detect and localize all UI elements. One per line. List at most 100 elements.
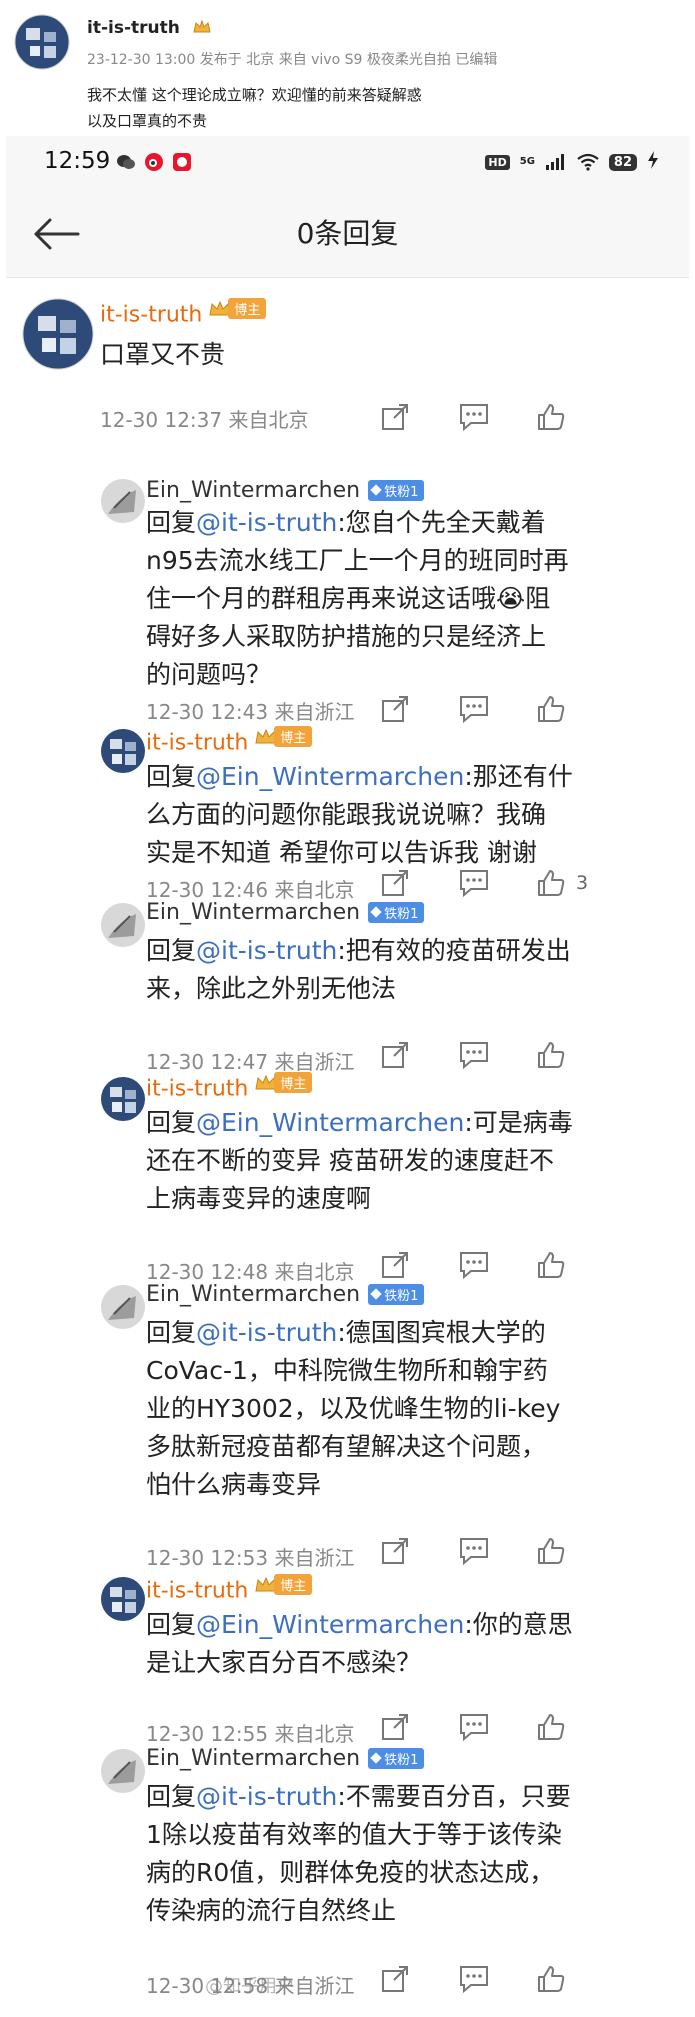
replier-username[interactable]: it-is-truth <box>146 731 248 756</box>
comment-icon <box>460 870 488 898</box>
replier-avatar[interactable] <box>100 728 146 774</box>
replier-avatar[interactable] <box>100 902 146 948</box>
nav-bar: 0条回复 <box>6 188 689 278</box>
replier-username[interactable]: it-is-truth <box>146 1077 248 1102</box>
commenter-avatar[interactable] <box>22 298 94 370</box>
author-avatar[interactable] <box>14 14 70 70</box>
like-button[interactable] <box>536 694 570 724</box>
share-button[interactable] <box>380 868 414 898</box>
replier-avatar[interactable] <box>100 1748 146 1794</box>
wechat-icon <box>116 152 136 172</box>
replier-name[interactable]: Ein_Wintermarchen 铁粉1 <box>146 478 425 503</box>
share-icon <box>382 1538 408 1564</box>
replier-name[interactable]: it-is-truth 博主 <box>146 1574 313 1604</box>
mention-link[interactable]: @it-is-truth <box>196 508 337 537</box>
badge-label: 博主 <box>274 1574 313 1595</box>
thumbs-up-icon <box>538 1252 565 1278</box>
post-meta: 23-12-30 13:00 发布于 北京 来自 vivo S9 极夜柔光自拍 … <box>87 52 498 68</box>
diamond-icon <box>370 1288 382 1300</box>
replier-avatar[interactable] <box>100 478 146 524</box>
comment-button[interactable] <box>458 868 492 898</box>
reply-prefix: 回复 <box>146 936 197 965</box>
author-name[interactable]: it-is-truth <box>87 18 212 38</box>
comment-button[interactable] <box>458 1250 492 1280</box>
mention-link[interactable]: @it-is-truth <box>196 1318 337 1347</box>
reply-line: 多肽新冠疫苗都有望解决这个问题， <box>146 1432 547 1461</box>
reply-actions <box>380 1536 570 1566</box>
share-icon <box>382 404 408 430</box>
status-bar: 12:59 HD 5G 82 <box>6 136 689 188</box>
comment-button[interactable] <box>458 1964 492 1994</box>
share-button[interactable] <box>380 1712 414 1742</box>
reply-text: 回复@it-is-truth:不需要百分百，只要 1除以疫苗有效率的值大于等于该… <box>146 1778 571 1930</box>
share-icon <box>382 696 408 722</box>
reply-text: 回复@it-is-truth:您自个先全天戴着 n95去流水线工厂上一个月的班同… <box>146 504 569 694</box>
mention-link[interactable]: @it-is-truth <box>196 936 337 965</box>
share-button[interactable] <box>380 1536 414 1566</box>
reply-line-text: :您自个先全天戴着 <box>337 508 546 537</box>
comment-location: 来自北京 <box>228 408 309 432</box>
reply-line: 回复@it-is-truth:德国图宾根大学的 <box>146 1314 560 1352</box>
comment-button[interactable] <box>458 1040 492 1070</box>
replier-avatar[interactable] <box>100 1576 146 1622</box>
replier-name[interactable]: Ein_Wintermarchen 铁粉1 <box>146 1282 425 1307</box>
badge-label: 铁粉1 <box>384 906 419 922</box>
mention-link[interactable]: @Ein_Wintermarchen <box>196 762 464 791</box>
replier-username[interactable]: Ein_Wintermarchen <box>146 1746 360 1771</box>
share-button[interactable] <box>380 1250 414 1280</box>
share-button[interactable] <box>380 1964 414 1994</box>
reply-prefix: 回复 <box>146 1318 197 1347</box>
reply-line: 实是不知道 希望你可以告诉我 谢谢 <box>146 838 537 867</box>
replier-name[interactable]: it-is-truth 博主 <box>146 726 313 756</box>
share-icon <box>382 870 408 896</box>
replier-username[interactable]: Ein_Wintermarchen <box>146 1282 360 1307</box>
reply-line: 上病毒变异的速度啊 <box>146 1184 372 1213</box>
mention-link[interactable]: @it-is-truth <box>196 1782 337 1811</box>
like-button[interactable] <box>536 1040 570 1070</box>
share-button[interactable] <box>380 402 414 432</box>
mention-link[interactable]: @Ein_Wintermarchen <box>196 1108 464 1137</box>
comment-button[interactable] <box>458 694 492 724</box>
author-username[interactable]: it-is-truth <box>87 18 180 38</box>
commenter-username[interactable]: it-is-truth <box>100 303 202 328</box>
replier-username[interactable]: Ein_Wintermarchen <box>146 478 360 503</box>
commenter-name[interactable]: it-is-truth 博主 <box>100 298 267 328</box>
comment-actions <box>380 402 570 432</box>
replier-name[interactable]: Ein_Wintermarchen 铁粉1 <box>146 900 425 925</box>
share-button[interactable] <box>380 1040 414 1070</box>
like-button[interactable] <box>536 1250 570 1280</box>
comment-time: 12-30 12:37 <box>100 408 223 432</box>
like-button[interactable] <box>536 402 570 432</box>
reply-location: 来自北京 <box>274 878 355 902</box>
like-button[interactable] <box>536 1712 570 1742</box>
status-right: HD 5G 82 <box>485 150 659 174</box>
comment-button[interactable] <box>458 1536 492 1566</box>
replier-avatar[interactable] <box>100 1284 146 1330</box>
replier-username[interactable]: it-is-truth <box>146 1579 248 1604</box>
reply-meta: 12-30 12:53 来自浙江 <box>146 1542 354 1571</box>
replier-avatar[interactable] <box>100 1076 146 1122</box>
replier-name[interactable]: Ein_Wintermarchen 铁粉1 <box>146 1746 425 1771</box>
reply-line: 的问题吗？ <box>146 660 272 689</box>
replier-username[interactable]: Ein_Wintermarchen <box>146 900 360 925</box>
fan-badge: 铁粉1 <box>368 1283 425 1305</box>
reply-line-text: :把有效的疫苗研发出 <box>337 936 571 965</box>
like-button[interactable] <box>536 868 570 898</box>
blogger-badge: 博主 <box>208 298 267 319</box>
blogger-badge: 博主 <box>254 1574 313 1595</box>
diamond-icon <box>370 906 382 918</box>
reply-text: 回复@Ein_Wintermarchen:可是病毒 还在不断的变异 疫苗研发的速… <box>146 1104 573 1218</box>
share-button[interactable] <box>380 694 414 724</box>
like-button[interactable] <box>536 1536 570 1566</box>
mention-link[interactable]: @Ein_Wintermarchen <box>196 1610 464 1639</box>
notification-icons <box>116 152 192 172</box>
like-button[interactable] <box>536 1964 570 1994</box>
comment-button[interactable] <box>458 1712 492 1742</box>
replier-name[interactable]: it-is-truth 博主 <box>146 1072 313 1102</box>
reply-location: 来自浙江 <box>274 1050 355 1074</box>
reply-line: 传染病的流行自然终止 <box>146 1896 397 1925</box>
reply-line: 回复@Ein_Wintermarchen:可是病毒 <box>146 1104 573 1142</box>
reply-line: 来，除此之外别无他法 <box>146 974 397 1003</box>
reply-line: 回复@it-is-truth:把有效的疫苗研发出 <box>146 932 571 970</box>
comment-button[interactable] <box>458 402 492 432</box>
